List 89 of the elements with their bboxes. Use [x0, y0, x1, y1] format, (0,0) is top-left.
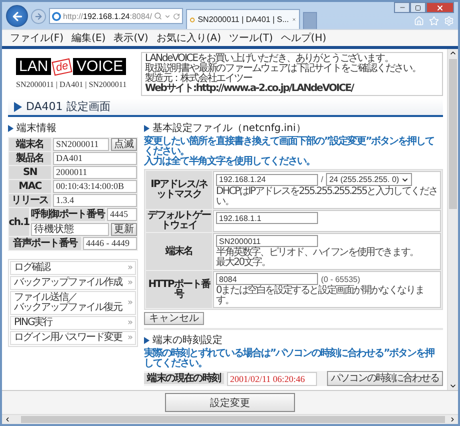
arrow-right-icon	[34, 12, 43, 21]
input-field[interactable]: 8084	[216, 273, 318, 285]
scroll-up-icon[interactable]	[449, 49, 457, 57]
info-value: SN2000011	[53, 138, 109, 151]
section-heading: 端末情報	[16, 122, 57, 135]
time-value: 2001/02/11 06:20:46	[227, 372, 317, 386]
info-label: 製品名	[9, 152, 51, 165]
address-field[interactable]: http://192.168.1.24:8084/	[49, 8, 183, 24]
info-label: MAC	[9, 180, 51, 193]
info-label: 端末名	[9, 138, 51, 151]
close-icon	[436, 4, 444, 12]
field-label: HTTPポート番号	[146, 271, 212, 308]
caret-icon[interactable]	[164, 12, 171, 20]
arrow-left-icon	[10, 10, 24, 22]
caret-icon	[401, 176, 410, 184]
logo-text: de	[52, 58, 73, 76]
info-value: 4445	[107, 208, 137, 221]
vertical-scrollbar[interactable]	[447, 49, 458, 390]
input-field[interactable]: 192.168.1.1	[216, 212, 318, 224]
close-icon[interactable]	[292, 16, 296, 23]
browser-tab[interactable]: SN2000011 | DA401 | S...	[186, 9, 300, 29]
info-value: 1.3.4	[53, 194, 137, 207]
info-label: ch.1	[9, 208, 29, 236]
triangle-icon	[144, 336, 150, 344]
side-menu-item[interactable]: ログ確認 »	[10, 261, 136, 275]
field-label: IPアドレス/ネットマスク	[146, 171, 212, 209]
field-note: 半角英数字、ピリオド、ハイフンを使用できます。 最大20文字。	[216, 248, 420, 268]
triangle-icon	[14, 102, 22, 112]
maximize-button[interactable]	[410, 2, 426, 13]
logo-text: LAN	[16, 58, 52, 75]
back-button[interactable]	[6, 5, 28, 27]
section-heading: 基本設定ファイル（netcnfg.ini）	[152, 122, 306, 135]
info-label: SN	[9, 166, 51, 179]
scroll-right-icon[interactable]	[449, 416, 456, 423]
page-icon	[190, 16, 195, 24]
instruction-text: 変更したい箇所を直接書き換えて画面下部の”設定変更”ボタンを押してください。 入力は全て半角文字を使用してください。	[144, 137, 436, 167]
field-note: DHCPはIPアドレスを255.255.255.255と入力してください。	[216, 187, 438, 207]
search-icon[interactable]	[154, 12, 162, 20]
side-menu-item[interactable]: バックアップファイル作成 »	[10, 276, 136, 290]
info-value: DA401	[53, 152, 137, 165]
info-value: 00:10:43:14:00:0B	[53, 180, 137, 193]
star-icon[interactable]	[429, 16, 439, 26]
menu-item[interactable]: ファイル(F)	[10, 31, 64, 45]
device-path: SN2000011 | DA401 | SN2000011	[16, 80, 127, 89]
forward-button[interactable]	[31, 9, 46, 24]
side-menu-item[interactable]: ログイン用パスワード変更 »	[10, 331, 136, 345]
horizontal-scrollbar[interactable]	[2, 414, 458, 424]
menu-item[interactable]: ツール(T)	[229, 31, 273, 45]
scroll-down-icon[interactable]	[449, 382, 457, 390]
instruction-text: 実際の時刻とずれている場合は”パソコンの時刻に合わせる”ボタンを押してください。	[144, 349, 436, 369]
menu-item[interactable]: 表示(V)	[114, 31, 148, 45]
info-label: 呼制御ポート番号	[31, 208, 105, 221]
minimize-icon	[398, 4, 406, 11]
page-title: DA401 設定画面	[8, 98, 443, 117]
info-label: 音声ポート番号	[9, 237, 81, 250]
triangle-icon	[8, 124, 14, 132]
scrollbar-thumb[interactable]	[449, 59, 457, 209]
blink-button[interactable]: 点滅	[111, 138, 137, 151]
scrollbar-thumb[interactable]	[21, 416, 445, 423]
section-heading: 端末の時刻設定	[152, 334, 223, 347]
update-button[interactable]: 更新	[111, 223, 137, 236]
info-value: 2000011	[53, 166, 137, 179]
triangle-icon	[144, 124, 150, 132]
menu-item[interactable]: ヘルプ(H)	[280, 31, 326, 45]
refresh-icon[interactable]	[173, 12, 180, 20]
info-value: 待機状態	[31, 223, 109, 236]
sync-time-button[interactable]: パソコンの時刻に合わせる	[327, 371, 443, 386]
info-label: リリース	[9, 194, 51, 207]
range-text: (0 - 65535)	[321, 274, 360, 284]
notice-box: LANdeVOICEをお買い上げいただき、ありがとうございます。 取扱説明書や最新のファームウェアは下記サイトをご確認ください。 製造元：株式会社エイツー Webサイト:http://www.a-2.co.jp/LANdeVOICE/	[141, 52, 443, 96]
field-note: 0または空白を設定すると設定画面が開かなくなります。	[216, 286, 425, 306]
info-value: 4446 - 4449	[83, 237, 137, 250]
page-icon	[52, 12, 61, 20]
side-menu-item[interactable]: PING実行 »	[10, 316, 136, 330]
separator-text: /	[321, 175, 324, 184]
maximize-icon	[415, 4, 421, 10]
menu-item[interactable]: お気に入り(A)	[156, 31, 221, 45]
menu-item[interactable]: 編集(E)	[72, 31, 106, 45]
field-label: 端末名	[146, 233, 212, 270]
close-button[interactable]	[426, 2, 454, 13]
cancel-button[interactable]: キャンセル	[144, 312, 204, 325]
time-label: 端末の現在の時刻	[144, 373, 224, 384]
submit-button[interactable]: 設定変更	[165, 393, 295, 412]
input-field[interactable]: 192.168.1.24	[216, 174, 318, 186]
input-field[interactable]: SN2000011	[216, 235, 318, 247]
scroll-left-icon[interactable]	[4, 416, 11, 423]
field-label: デフォルトゲートウェイ	[146, 210, 212, 232]
logo-text: VOICE	[73, 58, 126, 75]
netmask-select[interactable]: 24 (255.255.255. 0)	[326, 173, 412, 186]
